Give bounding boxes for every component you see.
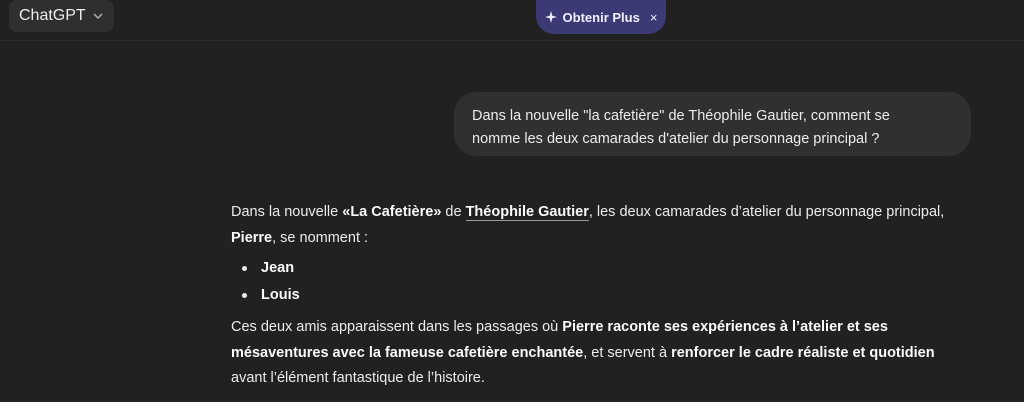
- assistant-paragraph: Ces deux amis apparaissent dans les pass…: [231, 315, 951, 392]
- get-plus-label: Obtenir Plus: [562, 9, 640, 25]
- list-item-label: Louis: [261, 287, 300, 303]
- model-label: ChatGPT: [19, 7, 86, 24]
- chevron-down-icon: [93, 13, 103, 19]
- user-message-line: Dans la nouvelle "la cafetière" de Théop…: [472, 108, 890, 124]
- text-span: avant l’élément fantastique de l’histoir…: [231, 370, 485, 386]
- user-message-line: nomme les deux camarades d'atelier du pe…: [472, 131, 880, 147]
- list-item: Jean: [242, 255, 951, 282]
- text-span: Ces deux amis apparaissent dans les pass…: [231, 319, 563, 335]
- user-message-bubble: Dans la nouvelle "la cafetière" de Théop…: [454, 92, 971, 156]
- top-bar: ChatGPT Obtenir Plus ×: [0, 0, 1024, 41]
- sparkle-icon: [544, 11, 557, 23]
- text-span: de: [441, 204, 466, 220]
- assistant-message: Dans la nouvelle «La Cafetière» de Théop…: [231, 200, 951, 392]
- bold-phrase: renforcer le cadre réaliste et quotidien: [671, 344, 935, 361]
- text-span: , et servent à: [583, 344, 672, 361]
- list-item: Louis: [242, 282, 951, 309]
- assistant-paragraph: Dans la nouvelle «La Cafetière» de Théop…: [231, 200, 951, 251]
- names-list: Jean Louis: [231, 255, 951, 309]
- list-item-label: Jean: [261, 260, 295, 276]
- text-span: , se nomment :: [272, 229, 369, 246]
- close-icon[interactable]: ×: [650, 10, 658, 25]
- text-span: Dans la nouvelle: [231, 204, 343, 220]
- get-plus-button[interactable]: Obtenir Plus ×: [536, 0, 666, 34]
- author-link[interactable]: Théophile Gautier: [465, 204, 589, 221]
- model-selector-button[interactable]: ChatGPT: [9, 0, 114, 32]
- bold-title: «La Cafetière»: [342, 204, 442, 220]
- bold-name: Pierre: [231, 229, 273, 246]
- text-span: , les deux camarades d’atelier du person…: [588, 204, 945, 220]
